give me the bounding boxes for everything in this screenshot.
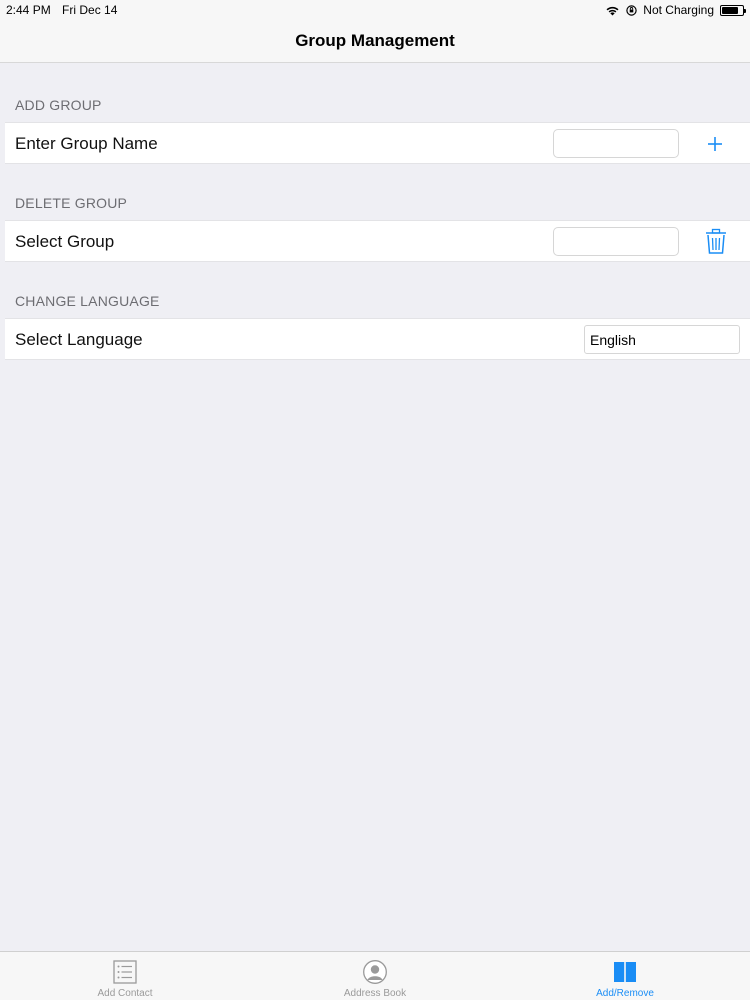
tab-address-book[interactable]: Address Book (250, 952, 500, 1000)
enter-group-name-label: Enter Group Name (15, 134, 158, 153)
select-group-label: Select Group (15, 232, 115, 251)
select-language-label: Select Language (15, 330, 143, 349)
status-bar: 2:44 PM Fri Dec 14 Not Charging (0, 0, 750, 20)
delete-group-header: DELETE GROUP (15, 195, 128, 211)
change-language-row: Select Language English (5, 318, 750, 360)
tab-label-add-contact: Add Contact (97, 988, 153, 999)
tab-add-contact[interactable]: Add Contact (0, 952, 250, 1000)
book-icon (614, 962, 636, 982)
person-icon (363, 960, 387, 984)
language-select[interactable]: English (584, 325, 740, 354)
page-title: Group Management (295, 31, 455, 50)
tab-add-remove[interactable]: Add/Remove (500, 952, 750, 1000)
change-language-header: CHANGE LANGUAGE (15, 293, 160, 309)
status-date: Fri Dec 14 (62, 3, 118, 17)
trash-icon (706, 228, 726, 254)
delete-group-row: Select Group (5, 220, 750, 262)
delete-group-button[interactable] (702, 227, 732, 257)
tab-label-add-remove: Add/Remove (596, 988, 654, 999)
tab-label-address-book: Address Book (343, 988, 407, 999)
battery-icon (720, 4, 746, 16)
add-group-button[interactable] (700, 129, 730, 159)
navigation-bar: Group Management (0, 20, 750, 63)
charging-status: Not Charging (643, 3, 714, 17)
add-group-header: ADD GROUP (15, 97, 102, 113)
select-group-input[interactable] (553, 227, 679, 256)
list-icon (113, 960, 137, 984)
status-time: 2:44 PM (6, 3, 51, 17)
add-group-row: Enter Group Name (5, 122, 750, 164)
wifi-icon (606, 6, 619, 15)
group-name-input[interactable] (553, 129, 679, 158)
tab-bar: Add Contact Address Book Add/Remove (0, 951, 750, 1000)
lock-rotation-icon (626, 4, 637, 16)
plus-icon (708, 137, 722, 151)
